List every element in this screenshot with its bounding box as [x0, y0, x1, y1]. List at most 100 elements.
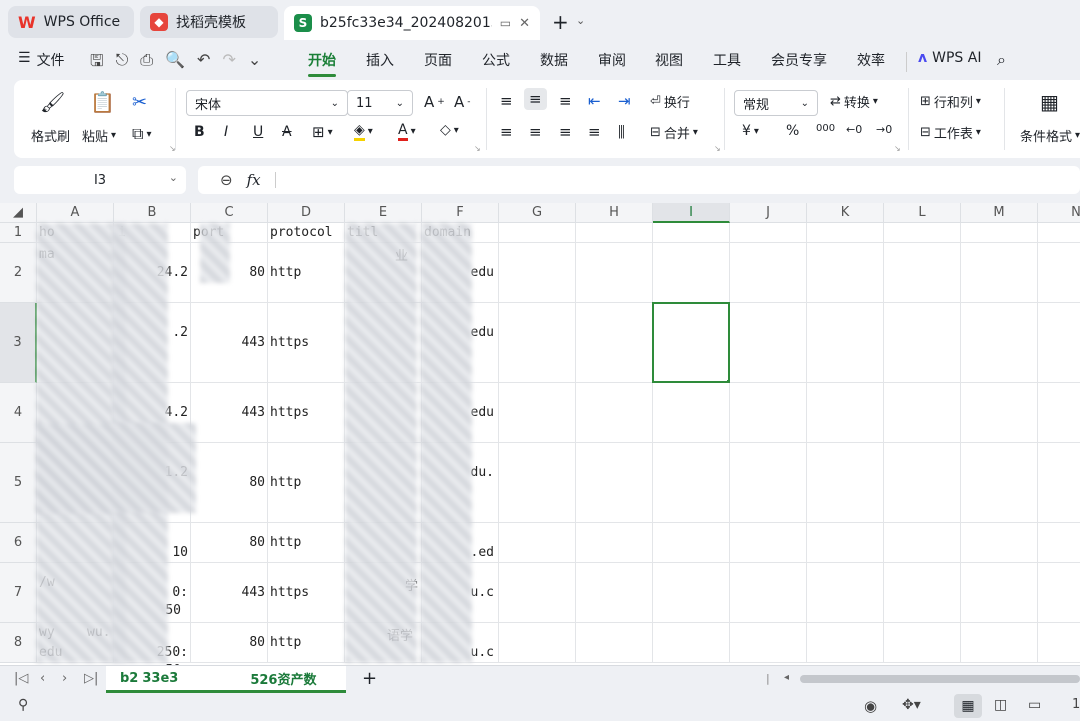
row-header-3[interactable]: 3 [0, 303, 37, 383]
grid-cell[interactable] [961, 303, 1038, 383]
grid-cell[interactable] [1038, 243, 1080, 303]
grid-cell[interactable] [807, 623, 884, 663]
scroll-left-icon[interactable]: ◂ [784, 672, 789, 683]
print-icon[interactable]: ⎙ [140, 50, 153, 77]
row-header-4[interactable]: 4 [0, 383, 37, 443]
column-header-h[interactable]: H [576, 203, 653, 223]
normal-view-icon[interactable]: ▦ [954, 694, 982, 718]
row-header-5[interactable]: 5 [0, 443, 37, 523]
clear-eraser-icon[interactable]: ◇ ▾ [440, 122, 459, 138]
decrease-font-icon[interactable]: A- [454, 93, 471, 111]
expand-corner-icon[interactable]: ↘ [169, 144, 176, 153]
distributed-icon[interactable]: ⫼ [618, 123, 625, 141]
selected-cell[interactable] [652, 302, 730, 383]
grid-cell[interactable] [499, 523, 576, 563]
row-header-1[interactable]: 1 [0, 223, 37, 243]
grid-cell[interactable] [961, 523, 1038, 563]
page-layout-view-icon[interactable]: ▭ [1028, 697, 1041, 713]
grid-cell[interactable] [1038, 223, 1080, 243]
macro-record-icon[interactable]: ⚲ [18, 697, 28, 713]
thousands-button[interactable]: 000 [816, 123, 835, 134]
grid-cell[interactable] [730, 303, 807, 383]
menu-page[interactable]: 页面 [424, 50, 452, 70]
next-sheet-icon[interactable]: › [62, 671, 67, 686]
number-format-select[interactable]: 常规 ⌄ [734, 90, 818, 116]
prev-sheet-icon[interactable]: ‹ [40, 671, 45, 686]
chevron-down-icon[interactable]: ⌄ [576, 14, 585, 27]
fill-color-icon[interactable]: ◈ ▾ [354, 122, 373, 141]
page-break-view-icon[interactable]: ◫ [994, 697, 1007, 713]
grid-cell[interactable] [1038, 443, 1080, 523]
increase-font-icon[interactable]: A + [424, 93, 445, 111]
grid-cell[interactable] [653, 623, 730, 663]
menu-file[interactable]: ☰ 文件 [18, 50, 65, 70]
column-header-a[interactable]: A [37, 203, 114, 223]
grid-cell[interactable] [576, 223, 653, 243]
grid-cell[interactable] [807, 523, 884, 563]
copy-icon[interactable]: ⧉ ▾ [132, 124, 151, 144]
column-header-g[interactable]: G [499, 203, 576, 223]
undo-icon[interactable]: ↶ [197, 50, 210, 77]
align-center-icon[interactable]: ≡ [529, 123, 542, 141]
strikethrough-button[interactable]: A [282, 124, 292, 140]
convert-button[interactable]: ⇄ 转换 ▾ [830, 92, 878, 111]
row-header-7[interactable]: 7 [0, 563, 37, 623]
grid-cell[interactable] [884, 383, 961, 443]
menu-wps-ai[interactable]: ᴧ WPS AI [918, 50, 981, 66]
grid-cell[interactable] [653, 563, 730, 623]
expand-corner-icon[interactable]: ↘ [894, 144, 901, 153]
column-header-l[interactable]: L [884, 203, 961, 223]
search-icon[interactable]: ⌕ [997, 50, 1006, 70]
align-right-icon[interactable]: ≡ [559, 123, 572, 141]
menu-insert[interactable]: 插入 [366, 50, 394, 70]
grid-cell[interactable] [961, 563, 1038, 623]
font-name-select[interactable]: 宋体 ⌄ [186, 90, 348, 116]
grid-cell[interactable] [1038, 523, 1080, 563]
column-header-i[interactable]: I [653, 203, 730, 223]
grid-cell[interactable] [653, 443, 730, 523]
grid-cell[interactable] [499, 623, 576, 663]
grid-cell[interactable] [576, 243, 653, 303]
fill-handle[interactable] [726, 379, 728, 381]
grid-cell[interactable] [1038, 383, 1080, 443]
fx-icon[interactable]: fx [247, 171, 261, 189]
monitor-icon[interactable]: ▭ [500, 16, 511, 30]
grid-cell[interactable] [730, 243, 807, 303]
grid-cell[interactable] [499, 563, 576, 623]
print-preview-icon[interactable]: 🔍 [165, 50, 185, 77]
align-middle-icon[interactable]: ≡ [524, 88, 547, 110]
grid-cell[interactable] [884, 303, 961, 383]
grid-cell[interactable] [730, 383, 807, 443]
grid-cell[interactable] [807, 243, 884, 303]
grid-cell[interactable] [576, 383, 653, 443]
grid-cell[interactable] [807, 383, 884, 443]
last-sheet-icon[interactable]: ▷| [84, 671, 98, 686]
menu-efficiency[interactable]: 效率 [857, 50, 885, 70]
increase-indent-icon[interactable]: ⇥ [618, 92, 631, 110]
grid-cell[interactable] [730, 623, 807, 663]
grid-cell[interactable] [499, 383, 576, 443]
column-header-f[interactable]: F [422, 203, 499, 223]
grid-cell[interactable] [730, 523, 807, 563]
paste-button[interactable]: 粘贴 ▾ [82, 126, 116, 145]
grid-cell[interactable] [884, 623, 961, 663]
column-header-d[interactable]: D [268, 203, 345, 223]
grid-cell[interactable] [653, 523, 730, 563]
align-bottom-icon[interactable]: ≡ [559, 92, 572, 110]
row-header-2[interactable]: 2 [0, 243, 37, 303]
first-sheet-icon[interactable]: |◁ [14, 671, 28, 686]
grid-cell[interactable] [807, 443, 884, 523]
tab-docer-templates[interactable]: ◆ 找稻壳模板 [140, 6, 278, 38]
grid-cell[interactable] [1038, 623, 1080, 663]
merge-cells-button[interactable]: ⊟ 合并 ▾ [650, 123, 698, 142]
name-box[interactable]: I3 ⌄ [14, 166, 186, 194]
tab-wps-office[interactable]: W WPS Office [8, 6, 134, 38]
more-chevron-icon[interactable]: ⌄ [248, 50, 261, 77]
menu-formulas[interactable]: 公式 [482, 50, 510, 70]
redo-icon[interactable]: ↷ [222, 50, 235, 77]
grid-cell[interactable] [653, 243, 730, 303]
format-painter-button[interactable]: 格式刷 [31, 126, 70, 145]
grid-cell[interactable] [576, 523, 653, 563]
row-header-6[interactable]: 6 [0, 523, 37, 563]
worksheet-button[interactable]: ⊟ 工作表 ▾ [920, 123, 981, 142]
